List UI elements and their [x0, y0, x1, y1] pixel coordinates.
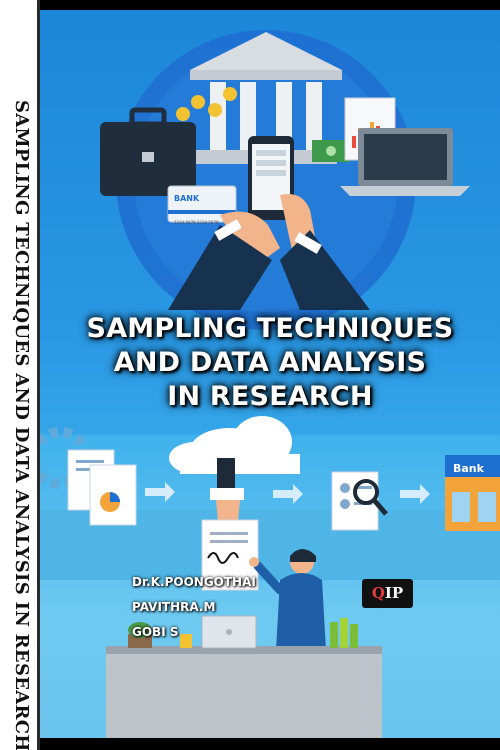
title-line-2: AND DATA ANALYSIS: [113, 347, 427, 378]
front-cover: BANK 1234 5678 1234 5678 Bank SAMPLING T…: [40, 10, 500, 738]
flow-arrows: [145, 482, 430, 504]
desk-illustration: [106, 646, 382, 738]
money-icon: [312, 140, 350, 162]
book-spine: SAMPLING TECHNIQUES AND DATA ANALYSIS IN…: [0, 0, 40, 750]
author-name: GOBI S: [132, 625, 179, 639]
bank-building-label: Bank: [453, 462, 485, 475]
publisher-logo: QIP: [362, 579, 413, 608]
documents-icon: [67, 449, 137, 526]
bank-card-label: BANK: [174, 194, 200, 203]
books-icon: [330, 618, 358, 648]
book-cover-image: SAMPLING TECHNIQUES AND DATA ANALYSIS IN…: [0, 0, 500, 750]
search-document-icon: [331, 471, 388, 531]
author-name: Dr.K.POONGOTHAI: [132, 575, 256, 589]
spine-title: SAMPLING TECHNIQUES AND DATA ANALYSIS IN…: [11, 100, 32, 750]
man-working-illustration: [249, 549, 326, 650]
author-name: PAVITHRA.M: [132, 600, 216, 614]
title-line-1: SAMPLING TECHNIQUES: [86, 313, 454, 344]
bank-card-number: 1234 5678 1234 5678: [174, 220, 219, 225]
author-list: Dr.K.POONGOTHAI PAVITHRA.M GOBI S: [132, 570, 256, 645]
briefcase-icon: [100, 107, 196, 196]
book-title: SAMPLING TECHNIQUES AND DATA ANALYSIS IN…: [40, 312, 500, 414]
title-line-3: IN RESEARCH: [167, 381, 373, 412]
